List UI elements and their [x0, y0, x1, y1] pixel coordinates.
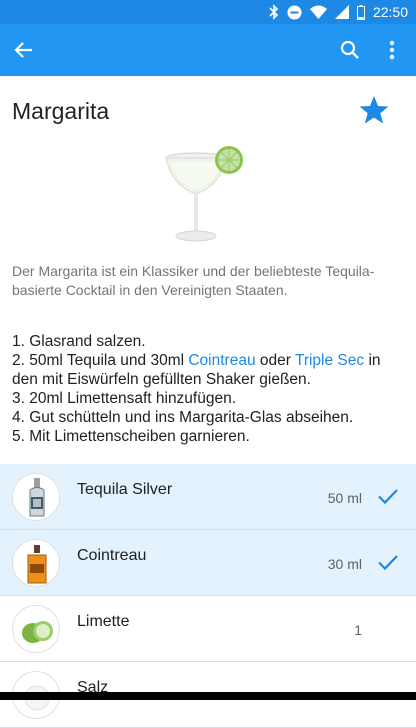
ingredient-name: Tequila Silver — [77, 481, 173, 498]
step-5: 5. Mit Limettenscheiben garnieren. — [12, 428, 250, 445]
triple-sec-link[interactable]: Triple Sec — [295, 352, 364, 369]
cocktail-image — [165, 146, 243, 242]
step-4: 4. Gut schütteln und ins Margarita-Glas … — [12, 409, 354, 426]
do-not-disturb-icon — [287, 5, 302, 19]
ingredient-row-tequila-silver[interactable]: Tequila Silver 50 ml — [0, 464, 416, 530]
ingredient-avatar — [12, 473, 60, 521]
ingredient-amount: 1 — [354, 622, 362, 638]
favorite-star-icon[interactable] — [358, 94, 390, 126]
ingredient-avatar — [12, 539, 60, 587]
cointreau-bottle-icon — [27, 545, 47, 584]
overflow-menu-button[interactable] — [368, 24, 416, 76]
step-2: 2. 50ml Tequila und 30ml Cointreau oder … — [12, 351, 406, 389]
search-button[interactable] — [326, 24, 374, 76]
battery-icon — [356, 4, 365, 20]
ingredient-amount: 50 ml — [327, 490, 362, 506]
ingredient-name: Cointreau — [77, 547, 147, 564]
step-1: 1. Glasrand salzen. — [12, 333, 146, 350]
cointreau-link[interactable]: Cointreau — [188, 352, 255, 369]
back-button[interactable] — [0, 24, 48, 76]
arrow-back-icon — [14, 42, 32, 58]
recipe-steps: 1. Glasrand salzen. 2. 50ml Tequila und … — [12, 332, 406, 446]
recipe-content: Margarita Der Margarita ist ein Klassike… — [0, 76, 416, 728]
tequila-bottle-icon — [29, 478, 45, 517]
bluetooth-icon — [269, 4, 279, 20]
recipe-description: Der Margarita ist ein Klassiker und der … — [12, 263, 375, 298]
step-2-text-b: oder — [255, 352, 295, 369]
check-icon — [378, 555, 398, 571]
status-clock: 22:50 — [372, 4, 408, 20]
search-icon — [340, 40, 359, 59]
navigation-bar — [0, 692, 416, 700]
signal-icon — [334, 5, 349, 19]
ingredient-avatar — [12, 605, 60, 653]
ingredient-row-limette[interactable]: Limette 1 — [0, 596, 416, 662]
wifi-icon — [309, 5, 327, 19]
step-2-text-a: 2. 50ml Tequila und 30ml — [12, 352, 189, 369]
app-bar — [0, 24, 416, 76]
check-icon — [378, 489, 398, 505]
ingredient-name: Limette — [77, 613, 130, 630]
lime-icon — [22, 621, 53, 643]
status-bar: 22:50 — [0, 0, 416, 24]
step-3: 3. 20ml Limettensaft hinzufügen. — [12, 390, 237, 407]
ingredient-list: Tequila Silver 50 ml Cointreau 30 ml Lim… — [0, 464, 416, 728]
more-vert-icon — [389, 40, 395, 60]
recipe-title: Margarita — [12, 98, 110, 124]
status-icons: 22:50 — [269, 0, 408, 24]
ingredient-row-cointreau[interactable]: Cointreau 30 ml — [0, 530, 416, 596]
ingredient-amount: 30 ml — [327, 556, 362, 572]
